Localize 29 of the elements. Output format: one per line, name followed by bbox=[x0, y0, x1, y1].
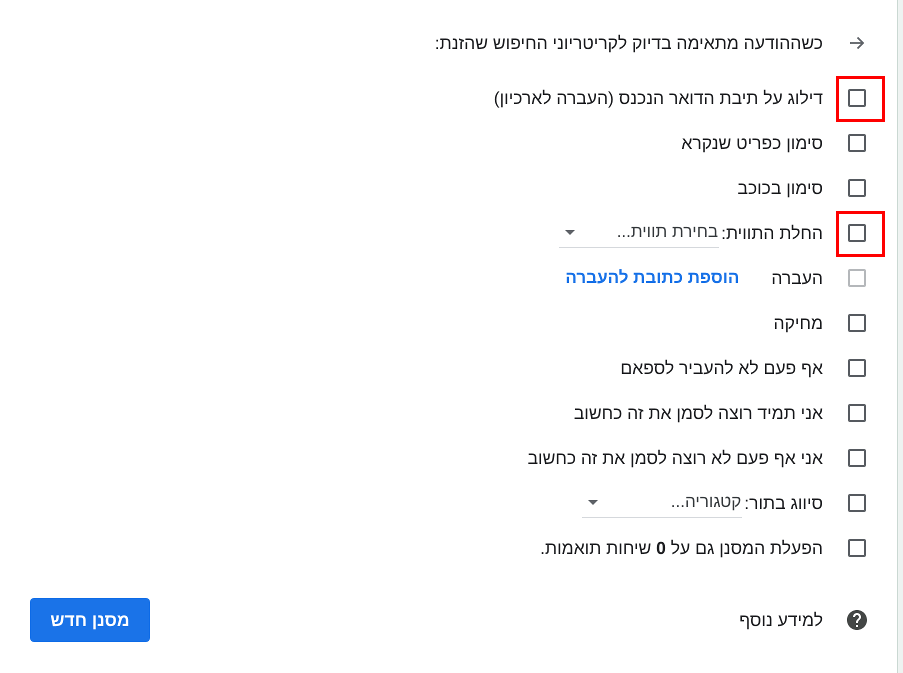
new-filter-button[interactable]: מסנן חדש bbox=[30, 598, 150, 642]
option-label: סיווג בתור: bbox=[744, 492, 823, 514]
help-icon[interactable] bbox=[847, 610, 867, 630]
criteria-heading: כשההודעה מתאימה בדיוק לקריטריוני החיפוש שהזנת: bbox=[434, 32, 823, 54]
checkbox[interactable] bbox=[848, 494, 866, 512]
option-label: מחיקה bbox=[773, 312, 823, 334]
dropdown[interactable]: בחירת תווית... bbox=[559, 218, 720, 248]
checkbox[interactable] bbox=[848, 88, 866, 106]
right-arrow-icon[interactable] bbox=[849, 36, 865, 50]
option-label: סימון בכוכב bbox=[737, 176, 823, 198]
option-label: אני אף פעם לא רוצה לסמן את זה כחשוב bbox=[528, 446, 823, 468]
checkbox[interactable] bbox=[848, 448, 866, 466]
option-label: אף פעם לא להעביר לספאם bbox=[620, 356, 823, 378]
option-label: סימון כפריט שנקרא bbox=[681, 132, 823, 154]
checkbox[interactable] bbox=[848, 224, 866, 242]
option-label: דילוג על תיבת הדואר הנכנס (העברה לארכיון) bbox=[494, 86, 823, 108]
option-label: אני תמיד רוצה לסמן את זה כחשוב bbox=[574, 402, 823, 424]
checkbox[interactable] bbox=[848, 178, 866, 196]
option-label: החלת התווית: bbox=[721, 222, 823, 244]
caret-icon bbox=[565, 230, 576, 234]
checkbox[interactable] bbox=[848, 134, 866, 152]
caret-icon bbox=[588, 500, 598, 504]
checkbox[interactable] bbox=[848, 358, 866, 376]
option-label: העברה bbox=[771, 266, 823, 288]
checkbox[interactable] bbox=[848, 314, 866, 332]
learn-more-text[interactable]: למידע נוסף bbox=[739, 609, 823, 631]
checkbox[interactable] bbox=[848, 404, 866, 422]
dropdown[interactable]: קטגוריה... bbox=[582, 488, 742, 518]
checkbox[interactable] bbox=[848, 538, 866, 556]
